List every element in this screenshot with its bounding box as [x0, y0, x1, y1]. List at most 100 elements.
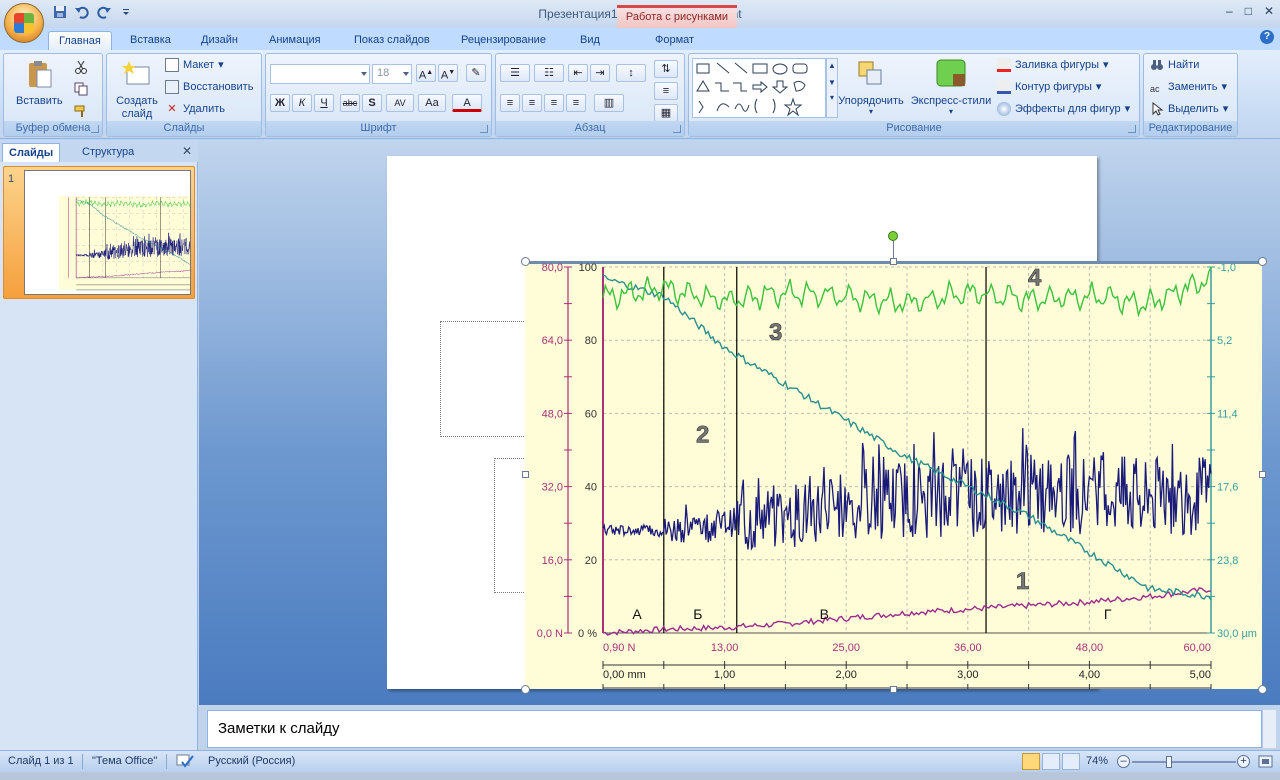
new-slide-button[interactable]: Создать слайд	[111, 58, 163, 121]
tab-design[interactable]: Дизайн	[191, 31, 248, 51]
smartart-convert-icon[interactable]: ▦	[654, 104, 678, 122]
left-inner-tick-label: 100	[579, 262, 597, 274]
strikethrough-button[interactable]: abc	[340, 94, 360, 112]
tab-outline[interactable]: Структура	[76, 143, 140, 162]
resize-handle-ne[interactable]	[1258, 257, 1267, 266]
clear-formatting-icon[interactable]: ✎	[466, 64, 486, 82]
find-button[interactable]: Найти	[1150, 56, 1199, 74]
quick-styles-button[interactable]: Экспресс-стили ▾	[909, 58, 993, 116]
shape-outline-button[interactable]: Контур фигуры ▾	[997, 78, 1101, 96]
resize-handle-sw[interactable]	[521, 685, 530, 694]
columns-icon[interactable]: ▥	[594, 94, 624, 112]
align-left-icon[interactable]: ≡	[500, 94, 520, 112]
tab-insert[interactable]: Вставка	[120, 31, 181, 51]
align-text-icon[interactable]: ≡	[654, 82, 678, 100]
dropdown-arrow-icon: ▾	[218, 59, 224, 71]
font-size-combo[interactable]: 18	[372, 64, 412, 84]
minimize-button[interactable]: –	[1226, 4, 1233, 18]
status-separator	[166, 754, 167, 769]
drawing-launcher-icon[interactable]	[1128, 125, 1136, 133]
close-button[interactable]: ✕	[1264, 4, 1274, 18]
grow-font-icon[interactable]: A▲	[416, 64, 436, 82]
tab-view[interactable]: Вид	[570, 31, 610, 51]
office-button[interactable]	[4, 3, 44, 43]
format-painter-icon[interactable]	[74, 104, 88, 118]
italic-button[interactable]: К	[292, 94, 312, 112]
arrange-button[interactable]: Упорядочить ▾	[833, 58, 909, 116]
bold-button[interactable]: Ж	[270, 94, 290, 112]
decrease-indent-icon[interactable]: ⇤	[568, 64, 588, 82]
help-icon[interactable]: ?	[1260, 30, 1274, 44]
resize-handle-e[interactable]	[1259, 471, 1266, 478]
numbering-icon[interactable]: ☷	[534, 64, 564, 82]
resize-handle-s[interactable]	[890, 686, 897, 693]
delete-slide-button[interactable]: ✕ Удалить	[165, 100, 225, 118]
resize-handle-nw[interactable]	[521, 257, 530, 266]
slideshow-view-icon[interactable]	[1062, 753, 1080, 770]
notes-pane[interactable]: Заметки к слайду	[207, 710, 1262, 748]
close-icon[interactable]: ✕	[182, 144, 192, 158]
bullets-icon[interactable]: ☰	[500, 64, 530, 82]
rotate-handle[interactable]	[888, 231, 898, 241]
paragraph-launcher-icon[interactable]	[673, 125, 681, 133]
notes-scrollbar[interactable]	[1262, 710, 1276, 748]
zoom-level[interactable]: 74%	[1086, 755, 1108, 767]
shrink-font-icon[interactable]: A▼	[438, 64, 458, 82]
shapes-gallery[interactable]	[692, 58, 826, 118]
resize-handle-se[interactable]	[1258, 685, 1267, 694]
layout-button[interactable]: Макет ▾	[165, 56, 224, 74]
shape-effects-label: Эффекты для фигур	[1015, 103, 1121, 115]
clipboard-launcher-icon[interactable]	[91, 125, 99, 133]
character-spacing-button[interactable]: AV	[386, 94, 414, 112]
font-color-button[interactable]: А	[452, 94, 482, 112]
tab-review[interactable]: Рецензирование	[451, 31, 556, 51]
zoom-in-icon[interactable]: +	[1237, 755, 1250, 768]
shape-fill-label: Заливка фигуры	[1015, 59, 1100, 71]
tab-slides[interactable]: Слайды	[2, 143, 61, 162]
maximize-button[interactable]: □	[1245, 4, 1252, 18]
title-placeholder[interactable]	[440, 321, 530, 437]
underline-button[interactable]: Ч	[314, 94, 334, 112]
group-label-editing: Редактирование	[1144, 121, 1237, 136]
copy-icon[interactable]	[74, 82, 88, 96]
spelling-check-icon[interactable]	[176, 753, 194, 772]
zoom-out-icon[interactable]: –	[1117, 755, 1130, 768]
shadow-button[interactable]: S	[362, 94, 382, 112]
change-case-button[interactable]: Aa	[418, 94, 446, 112]
resize-handle-n[interactable]	[890, 258, 897, 265]
tab-home[interactable]: Главная	[48, 31, 112, 51]
language-indicator[interactable]: Русский (Россия)	[208, 755, 295, 767]
font-launcher-icon[interactable]	[480, 125, 488, 133]
notes-text: Заметки к слайду	[218, 720, 340, 737]
font-name-combo[interactable]	[270, 64, 370, 84]
text-direction-icon[interactable]: ⇅	[654, 60, 678, 78]
replace-button[interactable]: ac Заменить ▾	[1150, 78, 1227, 96]
zoom-slider[interactable]	[1132, 761, 1236, 763]
shape-fill-button[interactable]: Заливка фигуры ▾	[997, 56, 1109, 74]
resize-handle-w[interactable]	[522, 471, 529, 478]
selected-picture[interactable]: 80,0 64,0 48,0 32,0 16,0 0,0 N 100 80 60 40 20 0 % -…	[525, 261, 1262, 689]
line-spacing-icon[interactable]: ↕	[616, 64, 646, 82]
tab-format[interactable]: Формат	[645, 31, 704, 51]
fit-to-window-icon[interactable]	[1258, 754, 1274, 772]
slide-thumbnail-chart	[59, 196, 190, 291]
increase-indent-icon[interactable]: ⇥	[590, 64, 610, 82]
zoom-slider-thumb[interactable]	[1166, 756, 1172, 768]
reset-button[interactable]: Восстановить	[165, 78, 253, 96]
paint-bucket-icon	[997, 58, 1011, 72]
align-right-icon[interactable]: ≡	[544, 94, 564, 112]
normal-view-icon[interactable]	[1022, 753, 1040, 770]
x-top-tick-label: 0,90 N	[603, 642, 635, 654]
right-tick-label: 11,4	[1217, 408, 1238, 420]
slide-thumbnail-item[interactable]: 1	[3, 166, 195, 299]
tab-animation[interactable]: Анимация	[259, 31, 331, 51]
cut-icon[interactable]	[74, 60, 88, 74]
tab-slideshow[interactable]: Показ слайдов	[344, 31, 440, 51]
slide-sorter-icon[interactable]	[1042, 753, 1060, 770]
paste-button[interactable]: Вставить	[16, 58, 63, 107]
align-center-icon[interactable]: ≡	[522, 94, 542, 112]
left-inner-tick-label: 40	[585, 482, 597, 494]
shape-effects-button[interactable]: Эффекты для фигур ▾	[997, 100, 1130, 118]
justify-icon[interactable]: ≡	[566, 94, 586, 112]
select-button[interactable]: Выделить ▾	[1150, 100, 1228, 118]
